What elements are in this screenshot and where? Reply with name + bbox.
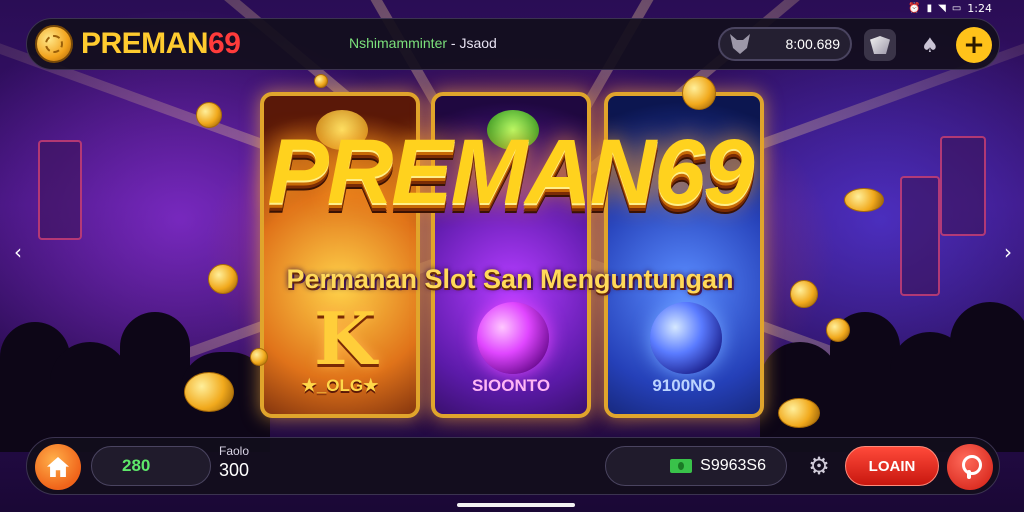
chevron-right-icon: ›: [1004, 240, 1012, 264]
gold-coin: [250, 348, 268, 366]
spade-icon: ♠: [921, 33, 939, 57]
signal-icon: ▮: [926, 2, 933, 14]
home-indicator[interactable]: [457, 503, 575, 507]
card-symbol: K: [314, 296, 377, 381]
top-bar: PREMAN69 Nshimamminter - Jsaod 8:00.689 …: [26, 18, 1000, 70]
plus-icon: +: [963, 30, 985, 60]
gold-coin: [844, 188, 884, 212]
gold-coin: [778, 398, 820, 428]
gift-button[interactable]: [864, 29, 896, 61]
announcement-marquee: Nshimamminter - Jsaod: [349, 35, 497, 51]
win-amount: S9963S6: [700, 457, 766, 474]
bottom-bar: 280 Faolo 300 S9963S6 ⚙ LOAIN: [26, 437, 1000, 495]
gear-icon: ⚙: [808, 452, 830, 480]
coin-icon: [35, 25, 73, 63]
wolf-icon: [730, 34, 750, 54]
win-display: S9963S6: [605, 446, 787, 486]
home-button[interactable]: [35, 444, 81, 490]
gold-coin: [826, 318, 850, 342]
home-icon: [47, 457, 69, 477]
cash-icon: [670, 459, 693, 473]
game-card-label: SIOONTO: [471, 376, 551, 395]
blue-orb-icon: [650, 302, 722, 374]
bet-display[interactable]: Faolo 300: [219, 444, 249, 481]
club-poster: [38, 140, 82, 240]
battery-icon: ▭: [951, 2, 962, 14]
balance-amount: 8:00.689: [785, 36, 841, 52]
wifi-icon: ◥: [938, 2, 946, 14]
logo-text: PREMAN69: [81, 27, 241, 61]
hero-title: PREMAN69: [267, 121, 754, 223]
club-poster: [940, 136, 986, 236]
gift-icon: [870, 36, 890, 54]
gold-coin: [184, 372, 234, 412]
game-card-label: 9100NO: [652, 376, 716, 395]
add-funds-button[interactable]: +: [956, 27, 992, 63]
crowd-silhouette-left: [0, 302, 300, 452]
bet-value: 300: [219, 460, 250, 480]
settings-button[interactable]: ⚙: [805, 452, 833, 480]
profile-button[interactable]: [947, 444, 993, 490]
gold-coin: [314, 74, 328, 88]
chevron-left-icon: ‹: [14, 240, 22, 264]
status-time: 1:24: [967, 1, 992, 15]
login-button[interactable]: LOAIN: [845, 446, 939, 486]
purple-gem-icon: [477, 302, 549, 374]
crowd-silhouette-right: [740, 302, 1024, 452]
credit-amount: 280: [122, 456, 151, 475]
alarm-icon: ⏰: [908, 2, 921, 14]
login-label: LOAIN: [868, 457, 916, 475]
profile-icon: [959, 455, 982, 479]
game-card-label: ★_OLG★: [301, 376, 379, 395]
marquee-text: - Jsaod: [447, 35, 497, 51]
credit-display: 280: [91, 446, 211, 486]
club-poster: [900, 176, 940, 296]
gold-coin: [682, 76, 716, 110]
logo-text-main: PREMAN: [81, 27, 209, 60]
logo-text-accent: 69: [208, 27, 241, 60]
marquee-highlight: Nshimamminter: [349, 35, 448, 51]
bet-label: Faolo: [219, 444, 250, 458]
carousel-prev-button[interactable]: ‹: [8, 240, 28, 264]
hero-subtitle: Permanan Slot San Menguntungan: [286, 264, 734, 294]
balance-display[interactable]: 8:00.689: [718, 27, 852, 61]
brand-logo[interactable]: PREMAN69: [35, 25, 241, 63]
spade-button[interactable]: ♠: [914, 29, 946, 61]
carousel-next-button[interactable]: ›: [998, 240, 1018, 264]
system-status-bar: ⏰ ▮ ◥ ▭ 1:24: [864, 0, 1024, 16]
